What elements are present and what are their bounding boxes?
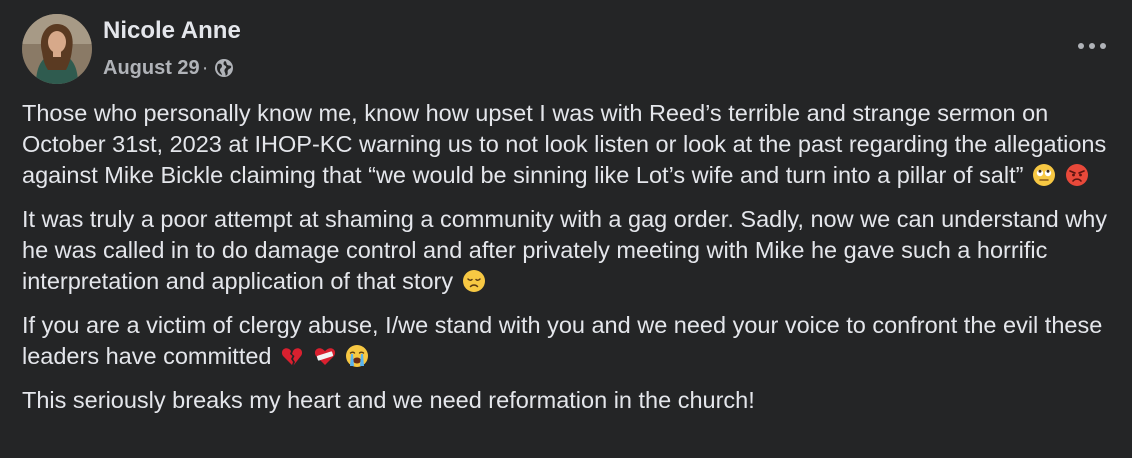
paragraph-text: This seriously breaks my heart and we ne…: [22, 387, 755, 413]
globe-icon[interactable]: [214, 58, 234, 78]
disappointed-face-icon: [462, 269, 486, 293]
author-name[interactable]: Nicole Anne: [103, 17, 241, 45]
ellipsis-icon: [1078, 43, 1106, 49]
post-paragraph: Those who personally know me, know how u…: [22, 98, 1122, 191]
loudly-crying-face-icon: [345, 344, 369, 368]
meta-separator: ·: [201, 56, 209, 79]
paragraph-text: If you are a victim of clergy abuse, I/w…: [22, 312, 1103, 369]
post-paragraph: If you are a victim of clergy abuse, I/w…: [22, 310, 1122, 372]
more-options-button[interactable]: [1070, 30, 1114, 62]
post-body: Those who personally know me, know how u…: [22, 98, 1122, 429]
enraged-face-icon: [1065, 163, 1089, 187]
broken-heart-icon: [280, 344, 304, 368]
author-avatar[interactable]: [22, 14, 92, 84]
mending-heart-icon: [313, 344, 337, 368]
post-paragraph: This seriously breaks my heart and we ne…: [22, 385, 1122, 416]
post-paragraph: It was truly a poor attempt at shaming a…: [22, 204, 1122, 297]
paragraph-text: It was truly a poor attempt at shaming a…: [22, 206, 1108, 294]
facebook-post: Nicole Anne August 29 · Those who person…: [0, 0, 1132, 458]
post-meta: August 29 ·: [103, 55, 234, 81]
post-date[interactable]: August 29: [103, 57, 200, 80]
paragraph-text: Those who personally know me, know how u…: [22, 100, 1107, 188]
profile-photo: [22, 14, 92, 84]
face-with-rolling-eyes-icon: [1032, 163, 1056, 187]
